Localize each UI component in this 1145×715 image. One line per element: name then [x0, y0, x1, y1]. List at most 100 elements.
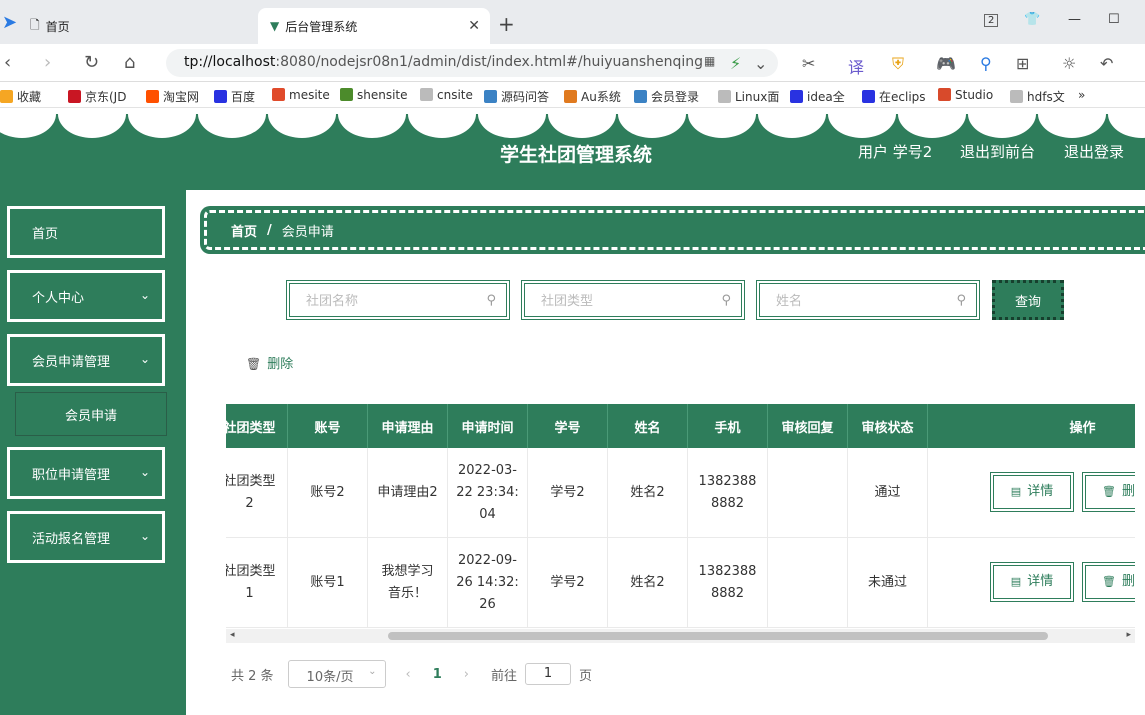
club-type-input[interactable]	[525, 284, 741, 316]
home-icon[interactable]: ⌂	[124, 52, 135, 73]
app-header: 学生社团管理系统 用户 学号2 退出到前台 退出登录	[0, 108, 1145, 190]
bolt-icon[interactable]: ⚡	[730, 54, 741, 73]
undo-icon[interactable]: ↶	[1100, 54, 1113, 73]
bookmark-item[interactable]: Au系统	[564, 88, 621, 105]
sidebar-item-position-application[interactable]: 职位申请管理 ⌄	[7, 447, 165, 499]
bookmark-item[interactable]: shensite	[340, 88, 408, 102]
cell-reason: 我想学习音乐！	[368, 538, 448, 628]
column-header: 申请时间	[448, 404, 528, 448]
tab-count-icon[interactable]: 2	[984, 14, 999, 27]
url-field[interactable]: tp://localhost:8080/nodejsr08n1/admin/di…	[166, 49, 778, 77]
site-icon	[938, 88, 951, 101]
cell-name: 姓名2	[608, 538, 688, 628]
search-icon[interactable]: ⚲	[980, 54, 992, 73]
minimize-icon[interactable]: —	[1068, 12, 1081, 27]
apps-icon[interactable]: ⊞	[1016, 54, 1029, 73]
search-icon: ⚲	[486, 293, 496, 308]
bookmark-item[interactable]: mesite	[272, 88, 330, 102]
row-delete-button[interactable]: 🗑 删	[1082, 562, 1135, 602]
shield-icon[interactable]: ⛨	[892, 54, 904, 74]
page-size-select[interactable]: 10条/页 ⌄	[287, 660, 386, 688]
goto-label: 前往	[491, 668, 518, 684]
browser-tab-home[interactable]: 🗋 首页	[30, 8, 260, 44]
chevron-down-icon: ⌄	[139, 352, 150, 366]
trash-icon: 🗑	[246, 357, 262, 371]
bookmark-item[interactable]: 收藏	[0, 88, 41, 105]
logout-link[interactable]: 退出登录	[1064, 141, 1124, 162]
query-button[interactable]: 查询	[992, 280, 1064, 320]
cell-actions: ▤ 详情 🗑 删	[928, 538, 1135, 628]
bookmark-item[interactable]: 源码问答	[484, 88, 549, 105]
table-horizontal-scrollbar[interactable]: ◂ ▸	[226, 629, 1135, 643]
prev-page-icon[interactable]: ‹	[406, 667, 411, 682]
bookmark-item[interactable]: 在eclips	[862, 88, 926, 105]
forward-icon[interactable]: ›	[44, 52, 51, 73]
browser-logo-icon: ➤	[2, 12, 18, 33]
taobao-icon	[146, 90, 159, 103]
bookmark-item[interactable]: cnsite	[420, 88, 473, 102]
page-number-current[interactable]: 1	[433, 667, 442, 682]
sidebar-subitem-member-application[interactable]: 会员申请	[15, 392, 167, 436]
scroll-right-icon[interactable]: ▸	[1126, 630, 1131, 640]
browser-tab-strip: ➤ 🗋 首页 ▼ 后台管理系统 ✕ + 2 👕 — ☐	[0, 0, 1145, 44]
scroll-left-icon[interactable]: ◂	[230, 630, 235, 640]
tab-label: 后台管理系统	[285, 19, 358, 34]
close-tab-icon[interactable]: ✕	[468, 18, 480, 34]
cell-account: 账号1	[288, 538, 368, 628]
next-page-icon[interactable]: ›	[464, 667, 469, 682]
bookmark-item[interactable]: Linux面	[718, 88, 779, 105]
bookmark-item[interactable]: Studio	[938, 88, 993, 102]
chevron-down-icon: ⌄	[139, 288, 150, 302]
breadcrumb: 首页 / 会员申请	[200, 206, 1145, 254]
name-search: ⚲	[756, 280, 980, 320]
bookmark-item[interactable]: idea全	[790, 88, 845, 105]
back-to-front-link[interactable]: 退出到前台	[960, 141, 1035, 162]
column-header: 审核回复	[768, 404, 848, 448]
club-name-input[interactable]	[290, 284, 506, 316]
site-icon	[484, 90, 497, 103]
breadcrumb-home[interactable]: 首页	[231, 221, 257, 240]
back-icon[interactable]: ‹	[4, 52, 11, 73]
trash-icon: 🗑	[1102, 485, 1116, 498]
scissors-icon[interactable]: ✂	[802, 54, 815, 73]
reload-icon[interactable]: ↻	[84, 52, 99, 73]
bookmark-item[interactable]: 会员登录	[634, 88, 699, 105]
sidebar-item-member-application[interactable]: 会员申请管理 ⌄	[7, 334, 165, 386]
detail-button[interactable]: ▤ 详情	[990, 472, 1074, 512]
bookmark-item[interactable]: hdfs文	[1010, 88, 1065, 105]
name-input[interactable]	[760, 284, 976, 316]
sidebar-item-activity-signup[interactable]: 活动报名管理 ⌄	[7, 511, 165, 563]
trash-icon: 🗑	[1102, 575, 1116, 588]
cell-time: 2022-09-26 14:32:26	[448, 538, 528, 628]
maximize-icon[interactable]: ☐	[1108, 12, 1120, 27]
bookmark-item[interactable]: 京东(JD	[68, 88, 126, 105]
shirt-icon[interactable]: 👕	[1024, 12, 1040, 27]
star-icon	[0, 90, 13, 103]
new-tab-icon[interactable]: +	[498, 12, 515, 36]
batch-delete-button[interactable]: 🗑 删除	[246, 353, 293, 372]
column-header: 操作	[928, 404, 1135, 448]
baidu-icon	[214, 90, 227, 103]
cell-reason: 申请理由2	[368, 448, 448, 538]
bookmark-item[interactable]: 淘宝网	[146, 88, 199, 105]
page-icon	[1010, 90, 1023, 103]
browser-tab-admin[interactable]: ▼ 后台管理系统 ✕	[258, 8, 490, 44]
url-path: :8080/nodejsr08n1/admin/dist/index.html#…	[275, 54, 704, 70]
cell-club-type: 社团类型2	[226, 448, 288, 538]
goto-page-input[interactable]: 1	[525, 663, 572, 685]
breadcrumb-current: 会员申请	[281, 224, 334, 240]
detail-button[interactable]: ▤ 详情	[990, 562, 1074, 602]
sidebar-item-profile[interactable]: 个人中心 ⌄	[7, 270, 165, 322]
translate-icon[interactable]: 译	[848, 54, 864, 78]
sidebar-item-home[interactable]: 首页	[7, 206, 165, 258]
game-icon[interactable]: 🎮	[936, 54, 956, 73]
brightness-icon[interactable]: ☼	[1062, 54, 1076, 73]
bookmark-item[interactable]: 百度	[214, 88, 255, 105]
breadcrumb-separator: /	[267, 222, 272, 238]
dropdown-icon[interactable]: ⌄	[754, 54, 767, 73]
grid-icon[interactable]: ▦	[704, 54, 715, 68]
bookmarks-more[interactable]: »	[1078, 88, 1085, 102]
user-label: 用户 学号2	[858, 143, 933, 161]
row-delete-button[interactable]: 🗑 删	[1082, 472, 1135, 512]
scrollbar-thumb[interactable]	[388, 632, 1048, 640]
